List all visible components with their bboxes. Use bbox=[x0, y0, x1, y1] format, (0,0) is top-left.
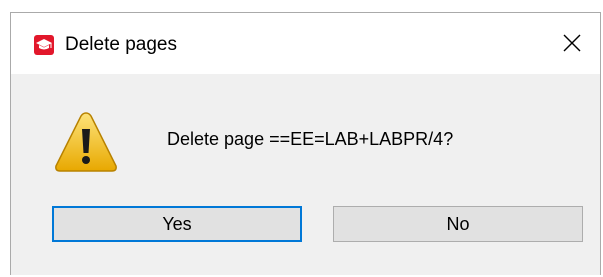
yes-button[interactable]: Yes bbox=[52, 206, 302, 242]
delete-pages-dialog: Delete pages Delete page ==EE=LAB+LABPR/… bbox=[10, 12, 601, 275]
title-bar: Delete pages bbox=[11, 12, 600, 74]
no-button[interactable]: No bbox=[333, 206, 583, 242]
warning-icon bbox=[55, 112, 117, 172]
confirmation-message: Delete page ==EE=LAB+LABPR/4? bbox=[167, 129, 454, 149]
window-title: Delete pages bbox=[65, 34, 177, 55]
graduation-cap-icon bbox=[34, 35, 54, 55]
close-button[interactable] bbox=[548, 13, 600, 75]
close-icon bbox=[563, 34, 581, 52]
